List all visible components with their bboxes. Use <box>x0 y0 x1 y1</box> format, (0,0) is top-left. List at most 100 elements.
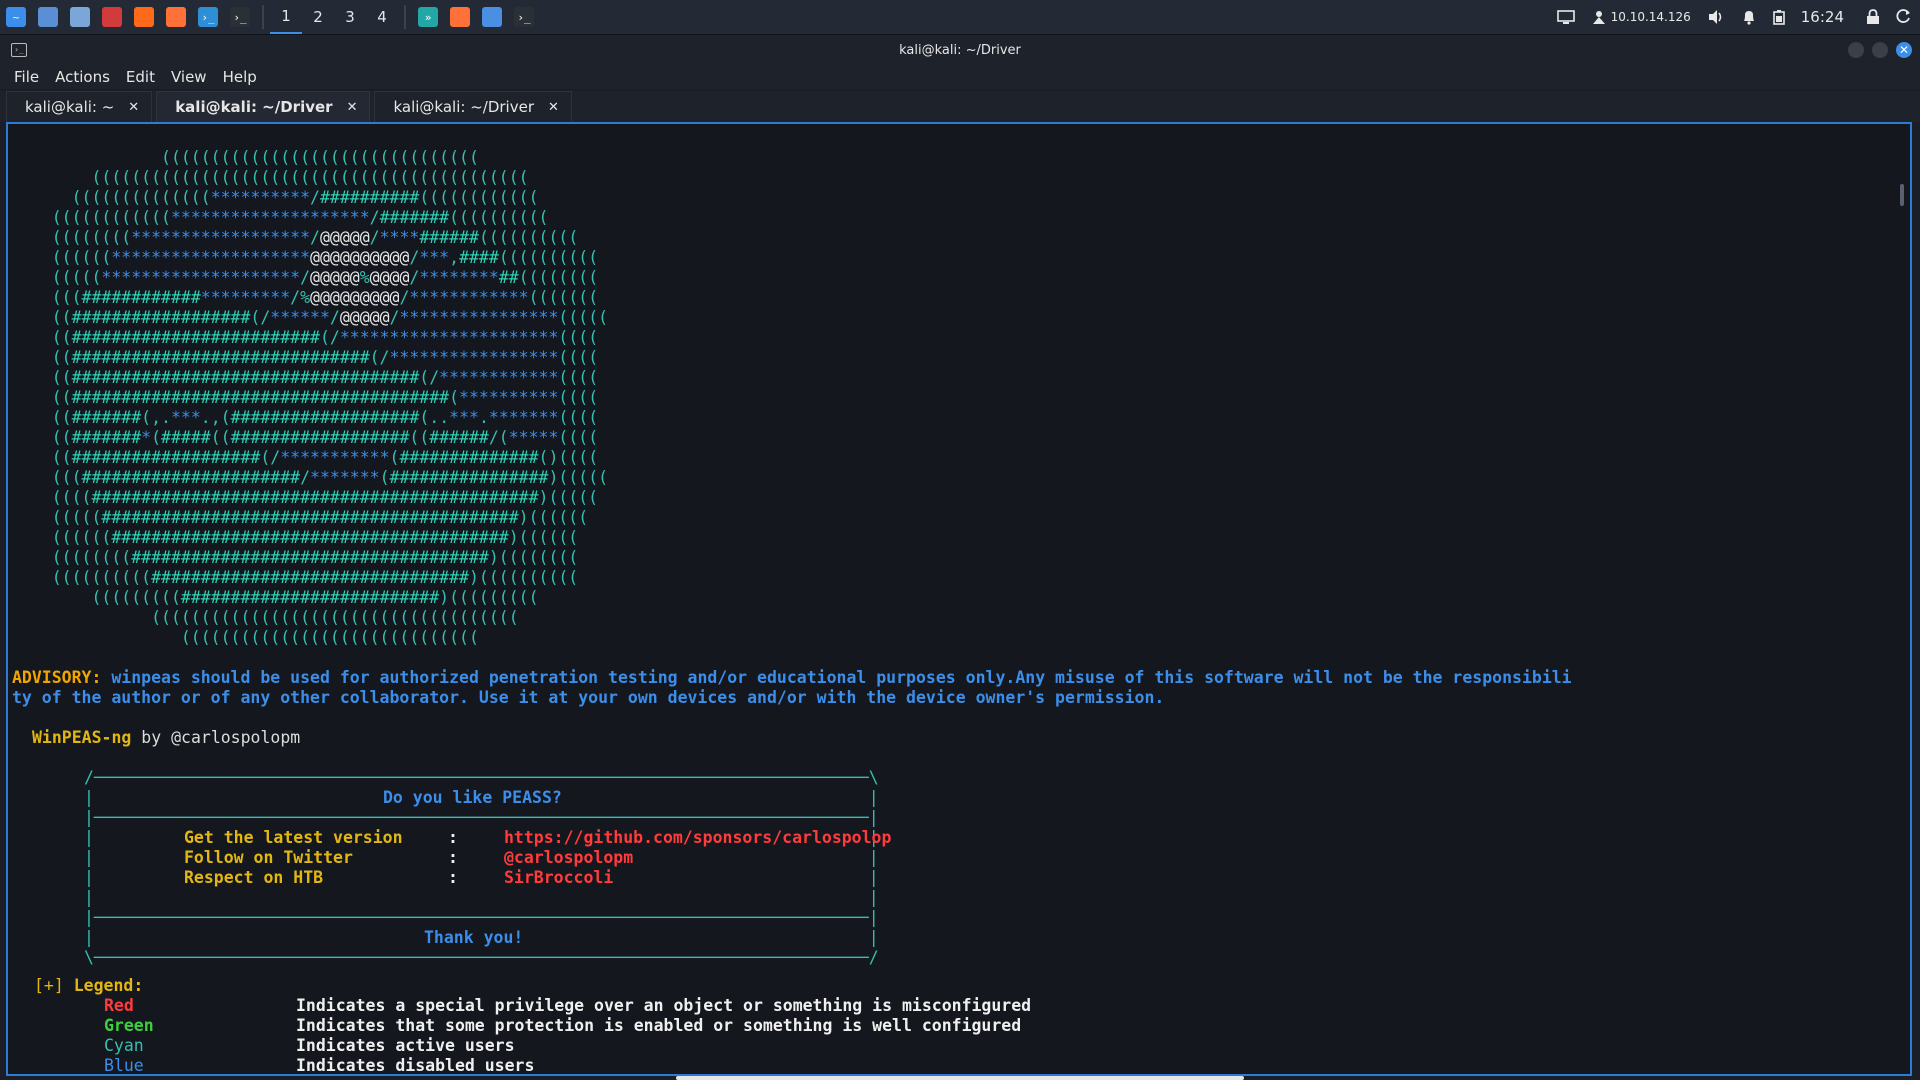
workspace-3[interactable]: 3 <box>334 0 366 34</box>
workspace-2[interactable]: 2 <box>302 0 334 34</box>
text-editor-icon-glyph <box>102 7 122 27</box>
box-row-label: Get the latest version <box>184 828 403 847</box>
power-icon[interactable] <box>1888 0 1920 34</box>
vpn-icon[interactable] <box>1583 0 1611 34</box>
advisory-text-2: ty of the author or of any other collabo… <box>12 688 1165 707</box>
box-row-value: @carlospolopm <box>504 848 634 867</box>
clock[interactable]: 16:24 <box>1793 0 1852 34</box>
task-terminal-icon-glyph: ›_ <box>514 7 534 27</box>
legend-desc: Indicates disabled users <box>296 1056 535 1075</box>
box-row-value: SirBroccoli <box>504 868 614 887</box>
volume-icon[interactable] <box>1699 0 1733 34</box>
vscode-icon[interactable]: ›_ <box>192 0 224 34</box>
tab-driver[interactable]: kali@kali: ~/Driver ✕ <box>374 91 572 122</box>
legend-color-red: Red <box>104 996 134 1015</box>
legend-title: Legend: <box>73 976 144 995</box>
tab-driver-active[interactable]: kali@kali: ~/Driver ✕ <box>156 91 371 122</box>
vscode-icon-glyph: ›_ <box>198 7 218 27</box>
window-titlebar[interactable]: ›_ kali@kali: ~/Driver ✕ <box>0 35 1920 65</box>
close-tab-icon[interactable]: ✕ <box>548 100 559 115</box>
maximize-button[interactable] <box>1872 42 1888 58</box>
text-editor-icon[interactable] <box>96 0 128 34</box>
terminal-icon-glyph: ›_ <box>230 7 250 27</box>
terminal-output[interactable]: (((((((((((((((((((((((((((((((( (((((((… <box>6 122 1912 1076</box>
terminal-window-icon[interactable]: ›_ <box>11 43 27 57</box>
panel-separator <box>262 5 264 29</box>
file-manager-icon[interactable] <box>64 0 96 34</box>
task-chromium-icon[interactable] <box>476 0 508 34</box>
box-row-label: Follow on Twitter <box>184 848 353 867</box>
box-divider: |───────────────────────────────────────… <box>84 908 879 927</box>
advisory-line-1: ADVISORY: winpeas should be used for aut… <box>12 668 1572 688</box>
desktop-icon-glyph <box>38 7 58 27</box>
box-title: Do you like PEASS? <box>383 788 562 807</box>
task-terminal-icon[interactable]: ›_ <box>508 0 540 34</box>
menu-file[interactable]: File <box>6 68 47 86</box>
advisory-text-1: winpeas should be used for authorized pe… <box>111 668 1572 687</box>
legend-desc: Indicates active users <box>296 1036 515 1055</box>
system-tray: 10.10.14.126 16:24 <box>1549 0 1920 34</box>
task-firefox-icon[interactable] <box>444 0 476 34</box>
close-window-button[interactable]: ✕ <box>1896 42 1912 58</box>
box-bottom-border: \───────────────────────────────────────… <box>84 948 879 967</box>
legend-color-green: Green <box>104 1016 154 1035</box>
workspace-4[interactable]: 4 <box>366 0 398 34</box>
menu-edit[interactable]: Edit <box>118 68 163 86</box>
tab-label: kali@kali: ~ <box>25 98 115 116</box>
task-chromium-icon-glyph <box>482 7 502 27</box>
bottom-indicator <box>676 1076 1244 1080</box>
menu-view[interactable]: View <box>163 68 215 86</box>
legend-desc: Indicates a special privilege over an ob… <box>296 996 1032 1015</box>
display-icon[interactable] <box>1549 0 1583 34</box>
box-row-border: | | <box>84 888 879 907</box>
terminal-scrollbar[interactable] <box>1900 184 1904 206</box>
box-row-colon: : <box>448 828 458 847</box>
menu-bar: File Actions Edit View Help <box>0 65 1920 89</box>
box-row-colon: : <box>448 868 458 887</box>
box-row-label: Respect on HTB <box>184 868 324 887</box>
window-title: kali@kali: ~/Driver <box>899 42 1021 58</box>
legend-color-blue: Blue <box>104 1056 144 1075</box>
firefox-icon[interactable] <box>160 0 192 34</box>
legend-color-cyan: Cyan <box>104 1036 144 1055</box>
burp-icon[interactable] <box>128 0 160 34</box>
brand-line: WinPEAS-ng by @carlospolopm <box>32 728 300 748</box>
minimize-button[interactable] <box>1848 42 1864 58</box>
menu-help[interactable]: Help <box>215 68 265 86</box>
brand-name: WinPEAS-ng <box>32 728 132 747</box>
legend-desc: Indicates that some protection is enable… <box>296 1016 1022 1035</box>
box-row-value-link[interactable]: https://github.com/sponsors/carlospolop <box>504 828 891 848</box>
file-manager-icon-glyph <box>70 7 90 27</box>
close-tab-icon[interactable]: ✕ <box>347 100 358 115</box>
workspace-switcher: 1234 <box>270 0 398 34</box>
close-tab-icon[interactable]: ✕ <box>128 100 139 115</box>
brand-author: by @carlospolopm <box>131 728 301 747</box>
box-top-border: /───────────────────────────────────────… <box>84 768 879 787</box>
workspace-1[interactable]: 1 <box>270 0 302 34</box>
peass-ascii-logo: (((((((((((((((((((((((((((((((( (((((((… <box>51 148 609 647</box>
terminal-icon[interactable]: ›_ <box>224 0 256 34</box>
desktop-icon[interactable] <box>32 0 64 34</box>
firefox-icon-glyph <box>166 7 186 27</box>
ip-address: 10.10.14.126 <box>1610 10 1691 24</box>
top-panel: ~ ›_ ›_ 1234 » ›_ 10.10.14.126 16:24 <box>0 0 1920 35</box>
menu-actions[interactable]: Actions <box>47 68 118 86</box>
legend-heading: [+] Legend: <box>34 976 143 996</box>
notification-bell-icon[interactable] <box>1733 0 1765 34</box>
lock-icon[interactable] <box>1852 0 1888 34</box>
advisory-label: ADVISORY: <box>12 668 102 687</box>
tab-home[interactable]: kali@kali: ~ ✕ <box>6 91 153 122</box>
panel-separator <box>404 5 406 29</box>
task-list: » ›_ <box>412 0 540 34</box>
box-divider: |───────────────────────────────────────… <box>84 808 879 827</box>
kali-menu-icon[interactable]: ~ <box>0 0 32 34</box>
task-vscode-icon[interactable]: » <box>412 0 444 34</box>
box-footer: Thank you! <box>424 928 524 947</box>
tab-label: kali@kali: ~/Driver <box>393 98 534 116</box>
burp-icon-glyph <box>134 7 154 27</box>
battery-icon[interactable] <box>1765 0 1793 34</box>
task-vscode-icon-glyph: » <box>418 7 438 27</box>
legend-prefix: [+] <box>34 976 64 995</box>
kali-menu-icon-glyph: ~ <box>6 7 26 27</box>
panel-launchers: ~ ›_ ›_ <box>0 0 256 34</box>
